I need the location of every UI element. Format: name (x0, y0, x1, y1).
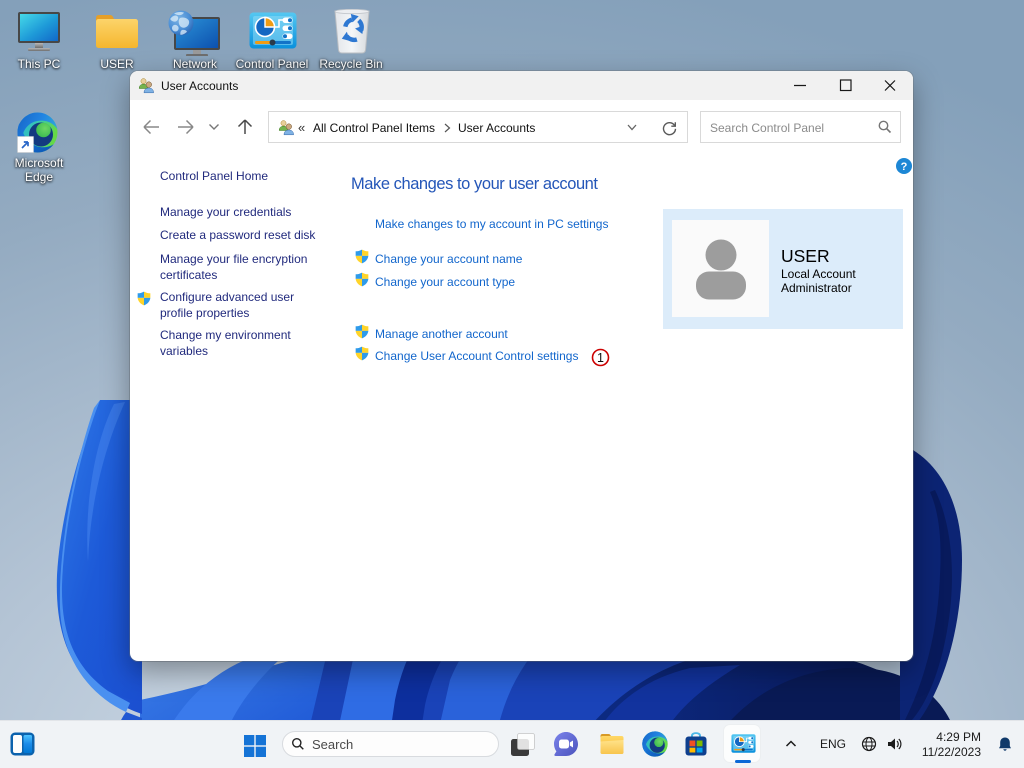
svg-text:?: ? (901, 161, 908, 173)
svg-text:1: 1 (597, 351, 604, 365)
